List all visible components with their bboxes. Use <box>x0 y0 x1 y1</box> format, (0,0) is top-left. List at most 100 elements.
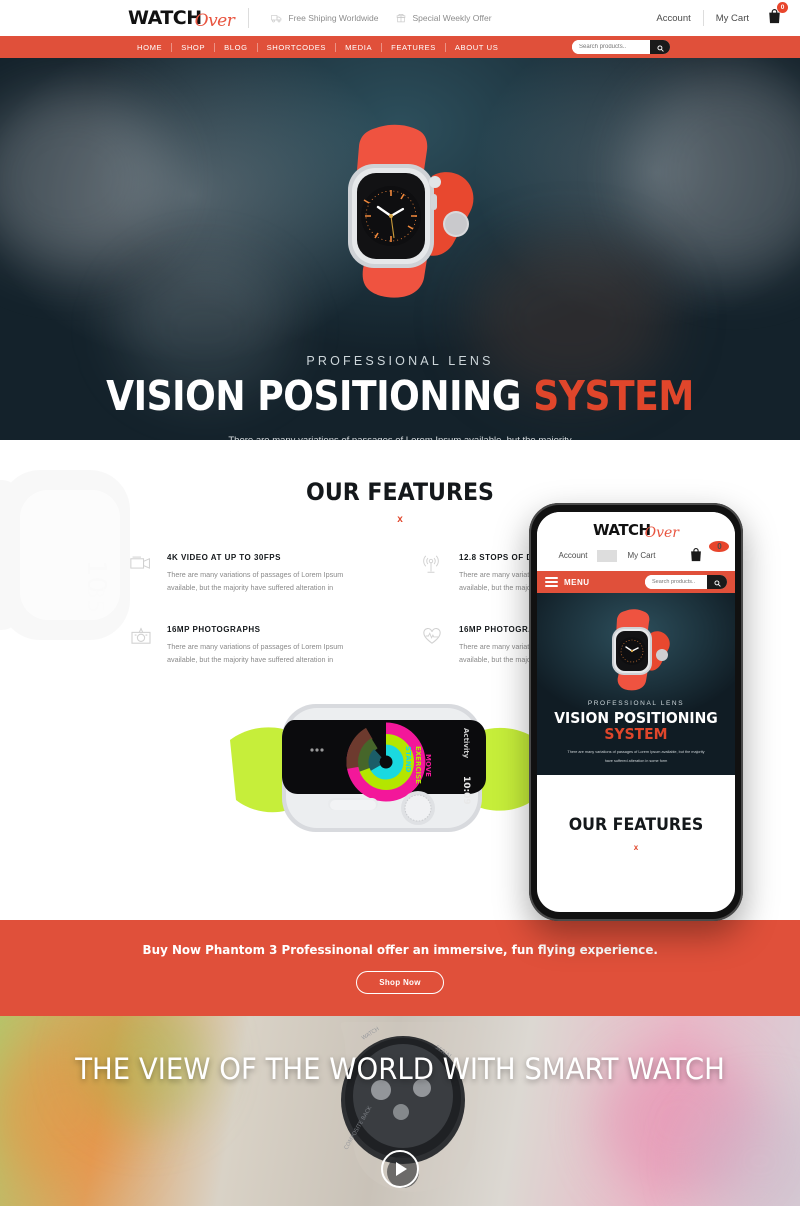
phone-logo-main-text: WATCH <box>593 521 651 539</box>
nav-item-media[interactable]: MEDIA <box>336 43 381 52</box>
account-link[interactable]: Account <box>644 13 702 24</box>
phone-hero-kicker: PROFESSIONAL LENS <box>587 700 685 708</box>
cta-text: Buy Now Phantom 3 Professinonal offer an… <box>142 942 658 957</box>
phone-features-title: OUR FEATURES <box>568 815 704 835</box>
top-divider <box>248 8 250 28</box>
feature-heading: 4K VIDEO AT UP TO 30FPS <box>167 553 281 562</box>
hero-kicker: PROFESSIONAL LENS <box>306 354 494 368</box>
search-box <box>572 40 670 54</box>
top-bar: WATCH Over Free Shiping Worldwide Specia… <box>0 0 800 36</box>
phone-logo-script-text: Over <box>644 525 679 541</box>
activity-watch-image: MOVE EXERCISE STAND Activity 10:09 <box>220 680 550 860</box>
promo-label-shipping: Free Shiping Worldwide <box>288 13 379 23</box>
nav-item-shortcodes[interactable]: SHORTCODES <box>258 43 335 52</box>
features-title: OUR FEATURES <box>306 478 494 506</box>
nav-item-about-us[interactable]: ABOUT US <box>446 43 507 52</box>
hero-headline: VISION POSITIONING SYSTEM <box>48 376 752 417</box>
play-triangle <box>396 1162 407 1176</box>
phone-search-button[interactable] <box>707 575 727 589</box>
feature-body-line2: available, but the majority have suffere… <box>167 583 334 593</box>
svg-text:MOVE: MOVE <box>424 754 432 777</box>
hero-subtext: There are many variations of passages of… <box>0 431 800 440</box>
promo-list: Free Shiping Worldwide Special Weekly Of… <box>271 13 492 23</box>
smoke-blob-left <box>0 88 170 268</box>
phone-cart-count-badge: 0 <box>709 541 730 552</box>
phone-hero-headline: VISION POSITIONING SYSTEM <box>547 711 725 742</box>
svg-text:STAND: STAND <box>404 746 412 773</box>
cart-button[interactable]: 0 <box>767 1 788 29</box>
nav-item-features[interactable]: FEATURES <box>382 43 445 52</box>
phone-hero-sub-line2: have suffered alteration in some form <box>604 758 668 763</box>
feature-item: 16MP PHOTOGRAPHS There are many variatio… <box>130 625 388 667</box>
phone-logo[interactable]: WATCH Over <box>593 521 679 541</box>
phone-navbar: MENU <box>537 571 735 593</box>
phone-hero-text: PROFESSIONAL LENS VISION POSITIONING SYS… <box>537 700 735 765</box>
phone-menu-button[interactable]: MENU <box>545 577 590 587</box>
phone-account-link[interactable]: Account <box>549 551 598 560</box>
promo-label-offer: Special Weekly Offer <box>412 13 492 23</box>
truck-icon <box>271 14 282 23</box>
svg-text:10:09: 10:09 <box>461 776 471 805</box>
feature-item: 4K VIDEO AT UP TO 30FPS There are many v… <box>130 553 388 595</box>
my-cart-link[interactable]: My Cart <box>704 13 761 24</box>
hero-section: PROFESSIONAL LENS VISION POSITIONING SYS… <box>0 58 800 440</box>
video-title: THE VIEW OF THE WORLD WITH SMART WATCH <box>75 1052 725 1086</box>
logo-main-text: WATCH <box>128 7 202 29</box>
feature-text: 4K VIDEO AT UP TO 30FPS There are many v… <box>167 553 343 595</box>
phone-account-row: Account My Cart 0 <box>537 541 735 564</box>
phone-features-title-mark: x <box>633 843 639 852</box>
phone-cart-button[interactable]: 0 <box>669 541 730 564</box>
phone-cart-link[interactable]: My Cart <box>617 551 665 560</box>
shop-now-button[interactable]: Shop Now <box>356 971 444 994</box>
feature-body-line1: There are many variations of passages of… <box>167 641 344 651</box>
phone-hero-sub-line1: There are many variations of passages of… <box>567 750 705 755</box>
search-input[interactable] <box>572 40 650 54</box>
svg-text:Activity: Activity <box>462 728 470 759</box>
hero-watch-image <box>280 120 520 320</box>
nav-list: HOME SHOP BLOG SHORTCODES MEDIA FEATURES… <box>128 42 507 52</box>
hero-text-block: PROFESSIONAL LENS VISION POSITIONING SYS… <box>0 354 800 440</box>
hamburger-icon <box>545 577 558 587</box>
svg-text:EXERCISE: EXERCISE <box>414 746 422 784</box>
nav-item-home[interactable]: HOME <box>128 43 171 52</box>
feature-body-line1: There are many variations of passages of… <box>167 570 344 579</box>
phone-hero-headline-accent: SYSTEM <box>604 724 668 743</box>
shopping-bag-icon <box>767 8 782 28</box>
phone-mockup: WATCH Over Account My Cart 0 MENU Search… <box>529 503 743 921</box>
phone-divider <box>597 549 618 562</box>
signal-tower-icon <box>422 553 446 595</box>
shopping-bag-icon <box>679 548 713 564</box>
phone-hero: PROFESSIONAL LENS VISION POSITIONING SYS… <box>537 593 735 775</box>
phone-hero-watch-image <box>581 607 691 699</box>
feature-heading: 16MP PHOTOGRAPHS <box>167 624 261 634</box>
nav-item-shop[interactable]: SHOP <box>172 43 214 52</box>
promo-item-shipping: Free Shiping Worldwide <box>271 13 378 23</box>
top-right-actions: Account My Cart 0 <box>644 0 788 36</box>
heart-rate-icon <box>422 625 446 667</box>
search-icon <box>656 40 664 54</box>
search-button[interactable] <box>650 40 670 54</box>
feature-body-line2: available, but the majority have suffere… <box>167 654 334 664</box>
photo-camera-icon <box>130 625 154 667</box>
phone-search-box <box>645 575 727 589</box>
phone-header: WATCH Over Account My Cart 0 <box>537 512 735 571</box>
site-logo[interactable]: WATCH Over <box>128 7 235 31</box>
play-button-icon[interactable] <box>381 1150 419 1188</box>
hero-headline-white: VISION POSITIONING <box>106 372 522 420</box>
logo-script-text: Over <box>194 11 235 31</box>
phone-features-section: OUR FEATURES x <box>537 775 735 852</box>
hero-headline-accent: SYSTEM <box>533 372 694 420</box>
video-section: WATCH SERIAL COMPOSITE BACK THE VIEW OF … <box>0 1016 800 1206</box>
phone-search-input[interactable] <box>645 575 707 589</box>
hero-subtext-line1: There are many variations of passages of… <box>0 431 800 440</box>
feature-text: 16MP PHOTOGRAPHS There are many variatio… <box>167 625 343 667</box>
phone-screen: WATCH Over Account My Cart 0 MENU Search… <box>537 512 735 912</box>
nav-item-blog[interactable]: BLOG <box>215 43 257 52</box>
cta-banner: Buy Now Phantom 3 Professinonal offer an… <box>0 920 800 1016</box>
phone-menu-label: MENU <box>564 577 590 587</box>
search-icon <box>713 575 721 589</box>
gift-icon <box>396 13 406 23</box>
main-navigation: HOME SHOP BLOG SHORTCODES MEDIA FEATURES… <box>0 36 800 58</box>
video-camera-icon <box>130 553 154 595</box>
cart-count-badge: 0 <box>777 1 788 13</box>
